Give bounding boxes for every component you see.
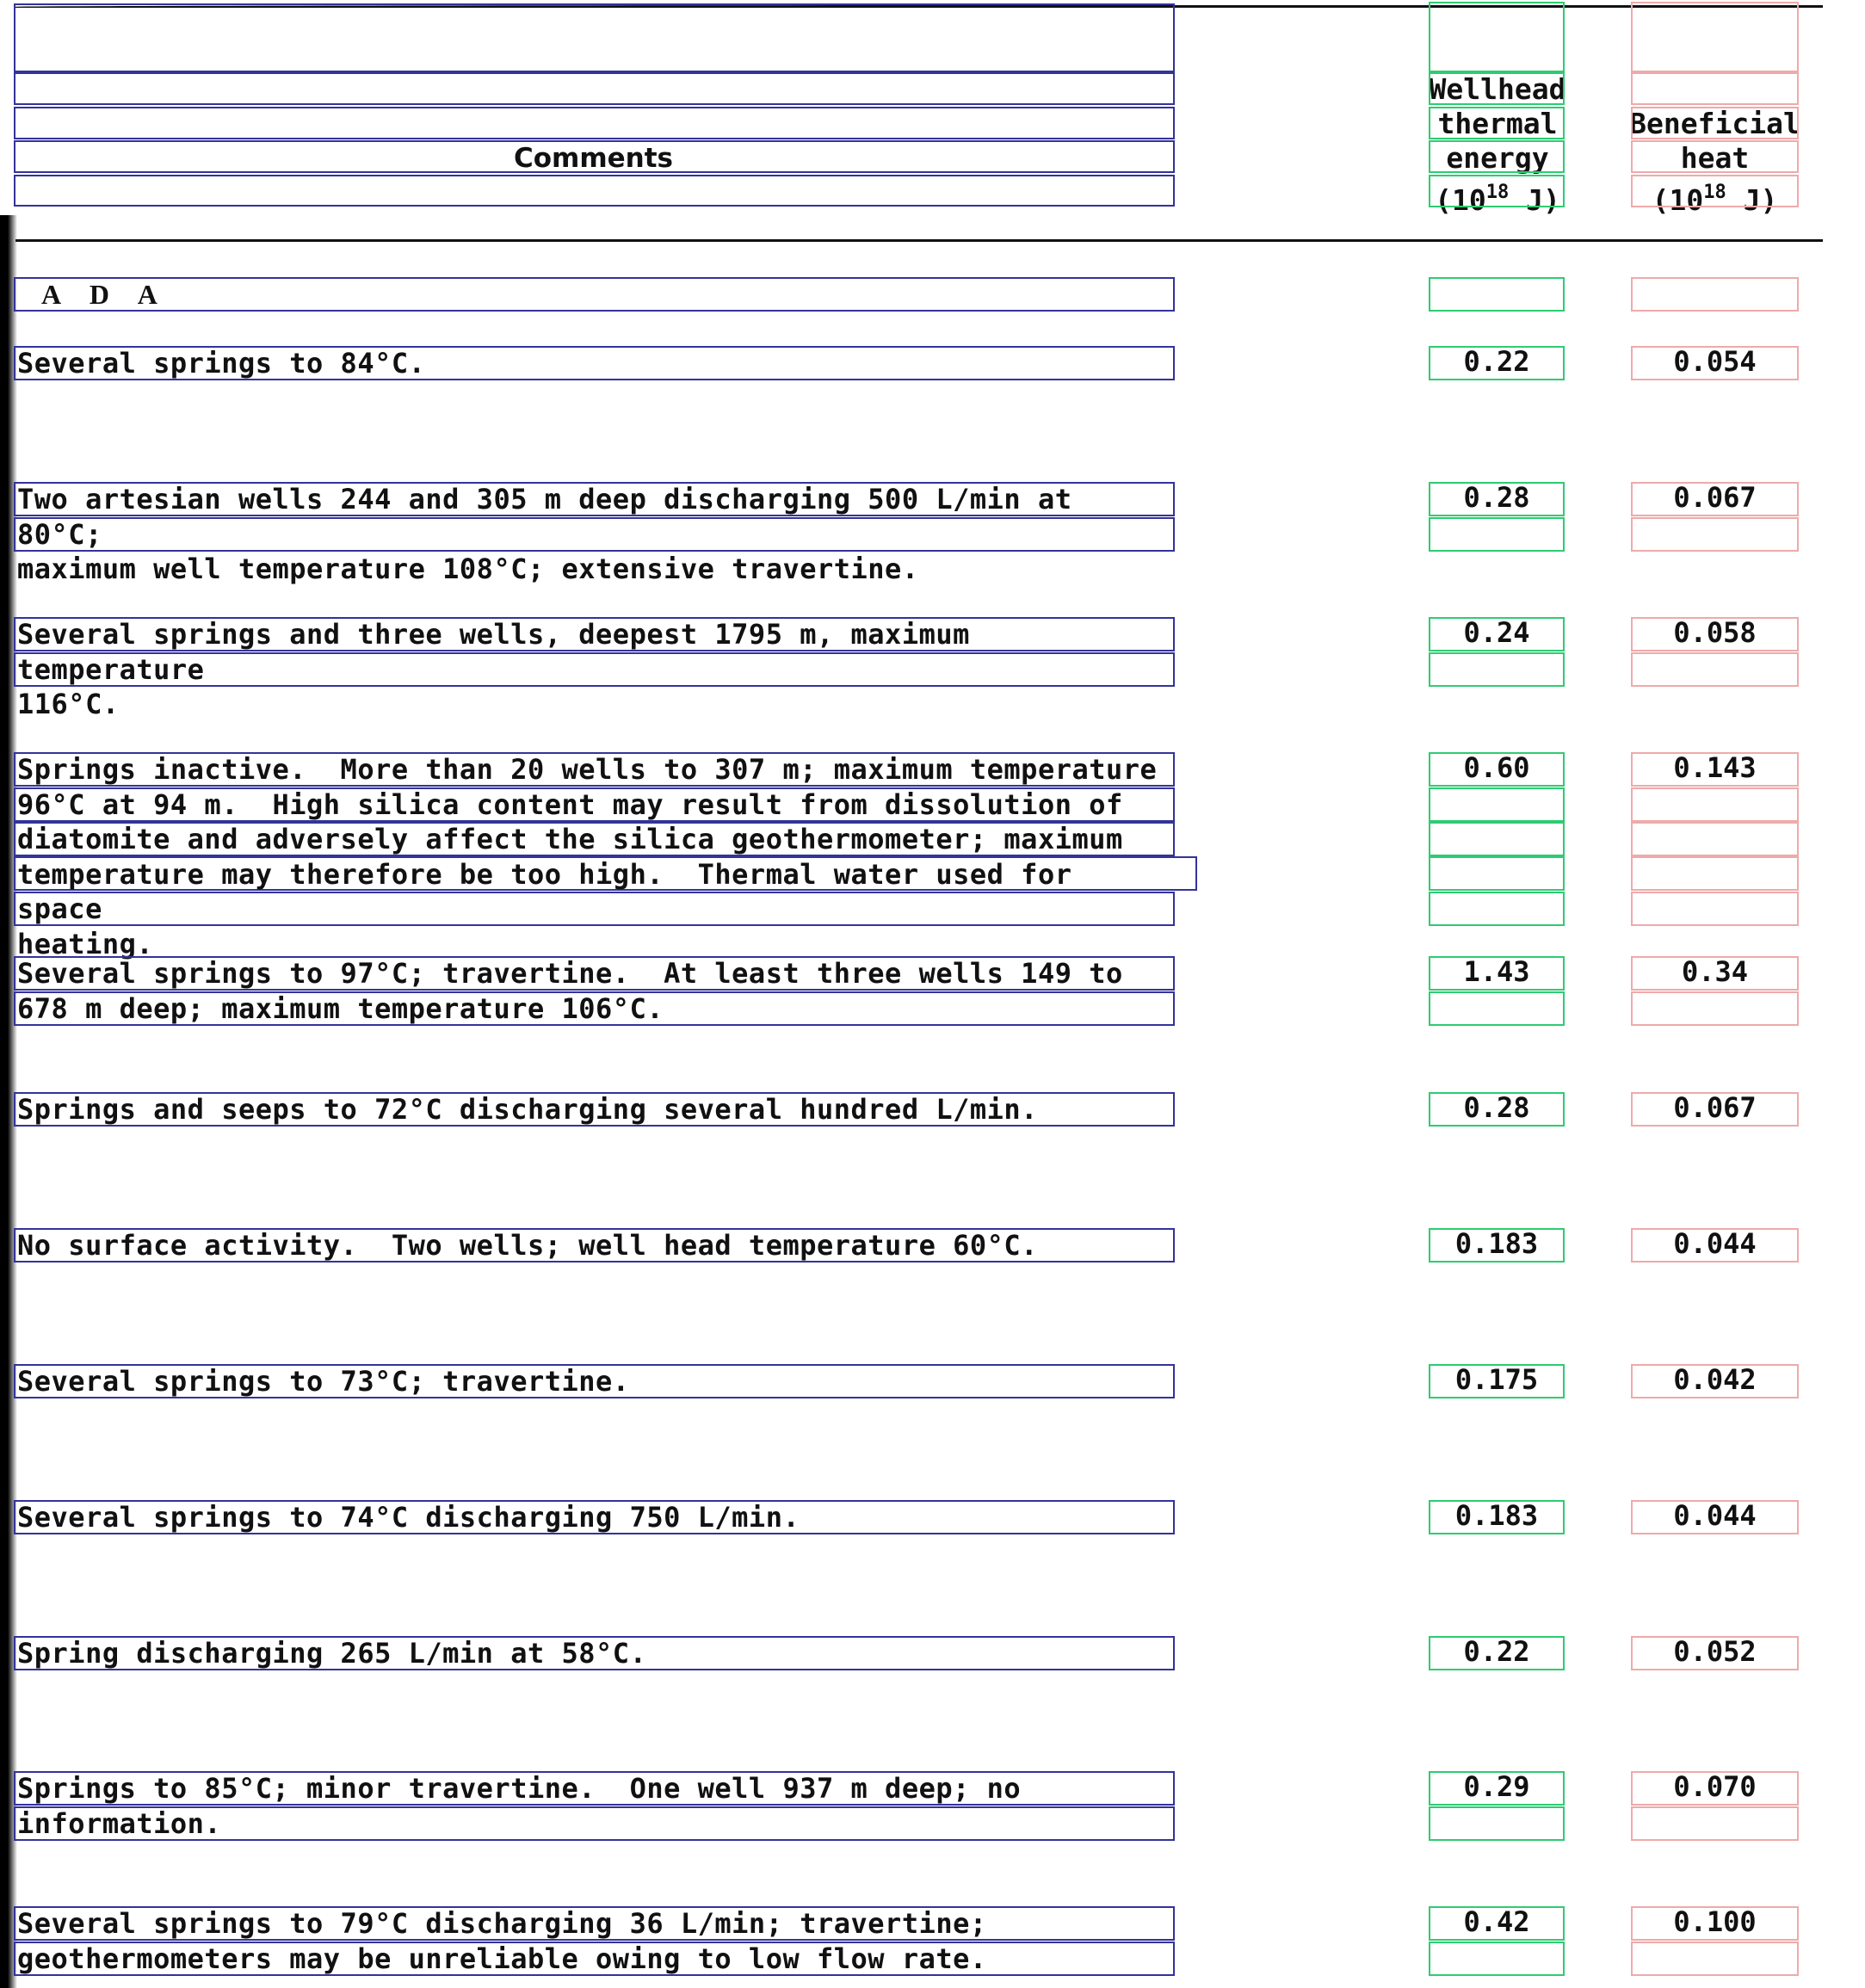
energy-value: 0.183 [1454, 1227, 1539, 1260]
energy-cell [1429, 892, 1565, 926]
energy-header-box [1429, 72, 1565, 105]
row-comment: Springs inactive. More than 20 wells to … [17, 753, 1158, 960]
energy-cell [1429, 856, 1565, 891]
energy-value: 0.42 [1463, 1905, 1530, 1938]
energy-value: 0.22 [1463, 345, 1530, 378]
heat-value: 0.067 [1673, 1091, 1757, 1124]
heat-value: 0.044 [1673, 1227, 1757, 1260]
row-comment: Springs to 85°C; minor travertine. One w… [17, 1772, 1022, 1840]
energy-value: 0.29 [1463, 1770, 1530, 1803]
heat-cell [1631, 991, 1799, 1026]
energy-header-box [1429, 107, 1565, 139]
heat-value: 0.054 [1673, 345, 1757, 378]
row-comment: Two artesian wells 244 and 305 m deep di… [17, 483, 1072, 585]
row-comment: Several springs and three wells, deepest… [17, 618, 970, 720]
row-comment: Several springs to 74°C discharging 750 … [17, 1501, 800, 1534]
heat-cell [1631, 277, 1799, 312]
energy-value: 0.175 [1454, 1363, 1539, 1396]
energy-cell [1429, 277, 1565, 312]
energy-value: 0.28 [1463, 481, 1530, 514]
row-comment: Several springs to 73°C; travertine. [17, 1365, 630, 1398]
energy-value: 0.183 [1454, 1499, 1539, 1532]
heat-cell [1631, 1942, 1799, 1976]
heat-cell [1631, 892, 1799, 926]
energy-value: 0.22 [1463, 1635, 1530, 1668]
row-comment: A D A [41, 279, 158, 310]
header-bottom-rule [15, 239, 1823, 242]
heat-value: 0.34 [1681, 955, 1749, 988]
energy-cell [1429, 652, 1565, 687]
heat-header-box [1631, 175, 1799, 207]
heat-value: 0.058 [1673, 616, 1757, 649]
heat-value: 0.044 [1673, 1499, 1757, 1532]
energy-header-box [1429, 140, 1565, 173]
energy-cell [1429, 517, 1565, 552]
heat-value: 0.067 [1673, 481, 1757, 514]
energy-cell [1429, 822, 1565, 856]
heat-cell [1631, 856, 1799, 891]
heat-value: 0.070 [1673, 1770, 1757, 1803]
header-box [14, 175, 1175, 207]
heat-value: 0.143 [1673, 751, 1757, 784]
row-comment: Springs and seeps to 72°C discharging se… [17, 1093, 1038, 1126]
heat-cell [1631, 787, 1799, 822]
energy-value: 1.43 [1463, 955, 1530, 988]
heat-cell [1631, 1806, 1799, 1841]
energy-value: 0.24 [1463, 616, 1530, 649]
heat-header-box [1631, 107, 1799, 139]
heat-cell [1631, 517, 1799, 552]
comments-header: Comments [513, 143, 674, 174]
energy-value: 0.28 [1463, 1091, 1530, 1124]
heat-header-box [1631, 2, 1799, 72]
row-comment: Several springs to 79°C discharging 36 L… [17, 1907, 987, 1975]
energy-cell [1429, 787, 1565, 822]
heat-value: 0.042 [1673, 1363, 1757, 1396]
heat-value: 0.100 [1673, 1905, 1757, 1938]
header-box [14, 107, 1175, 139]
energy-header-box [1429, 2, 1565, 72]
energy-cell [1429, 991, 1565, 1026]
heat-cell [1631, 652, 1799, 687]
row-comment: Several springs to 84°C. [17, 347, 426, 380]
energy-cell [1429, 1942, 1565, 1976]
heat-header-box [1631, 140, 1799, 173]
energy-value: 0.60 [1463, 751, 1530, 784]
energy-header-box [1429, 175, 1565, 207]
header-box [14, 3, 1175, 72]
row-comment: Several springs to 97°C; travertine. At … [17, 957, 1123, 1025]
heat-value: 0.052 [1673, 1635, 1757, 1668]
energy-cell [1429, 1806, 1565, 1841]
row-comment: No surface activity. Two wells; well hea… [17, 1229, 1038, 1262]
header-box [14, 72, 1175, 105]
heat-cell [1631, 822, 1799, 856]
heat-header-box [1631, 72, 1799, 105]
row-comment: Spring discharging 265 L/min at 58°C. [17, 1637, 647, 1670]
